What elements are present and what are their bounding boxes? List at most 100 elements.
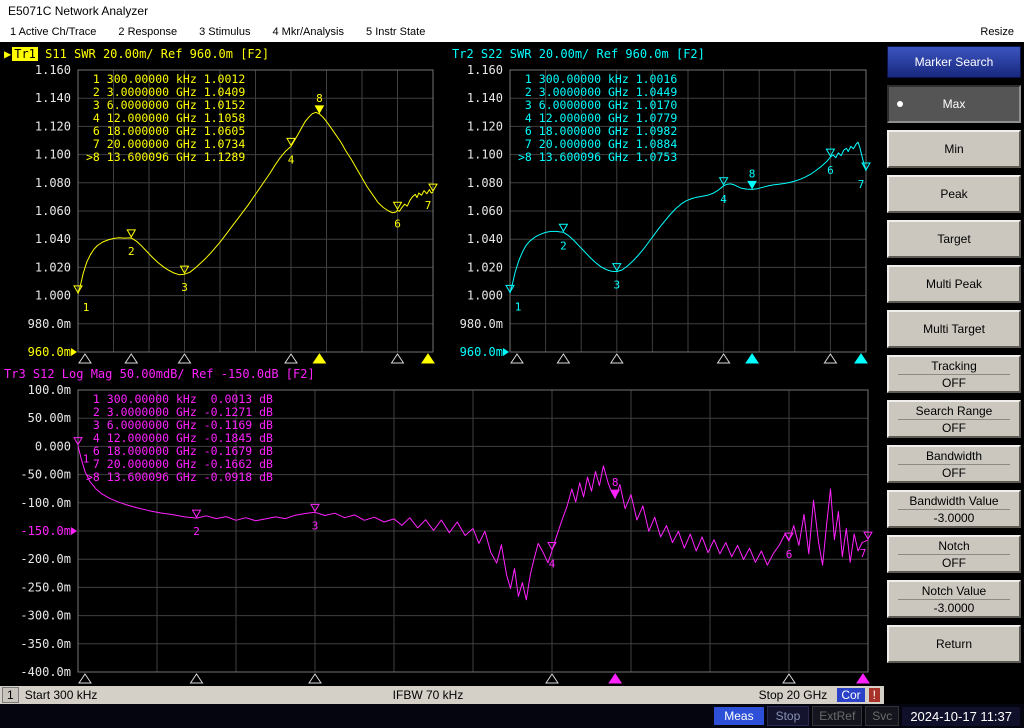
marker-position-indicator-8[interactable] <box>608 673 623 684</box>
softkey-label: Max <box>942 97 966 111</box>
marker-position-indicator-4[interactable] <box>545 673 559 684</box>
softkey-label: Multi Peak <box>925 277 983 291</box>
softkey-min[interactable]: Min <box>887 130 1021 168</box>
trace1-name[interactable]: Tr1 <box>12 47 38 61</box>
marker-position-indicator-6[interactable] <box>782 673 796 684</box>
graticule-area: 1.160 1.140 1.120 1.100 1.080 1.060 1.040 1.020… <box>0 42 884 686</box>
softkey-label: Bandwidth Value <box>909 493 999 508</box>
softkey-value: OFF <box>898 463 1010 480</box>
marker-position-indicator-7[interactable] <box>421 353 435 364</box>
sweep-stop-indicator: Stop <box>766 706 810 726</box>
softkey-target[interactable]: Target <box>887 220 1021 258</box>
trace1-scale-label: S11 SWR 20.00m/ Ref 960.0m [F2] <box>37 47 270 61</box>
marker-number-label: 3 <box>181 281 188 294</box>
trace-marker-2[interactable] <box>126 229 137 238</box>
marker-table-tr1: 1 300.00000 kHz 1.0012 2 3.0000000 GHz 1… <box>86 72 246 164</box>
y-axis-tick-label: 1.020 <box>467 260 503 274</box>
softkey-search-range[interactable]: Search Range OFF <box>887 400 1021 438</box>
menu-response[interactable]: 2 Response <box>118 26 177 38</box>
trace-marker-8[interactable] <box>747 180 757 190</box>
marker-position-indicator-4[interactable] <box>716 353 731 364</box>
marker-number-label: 8 <box>316 92 323 105</box>
extref-indicator: ExtRef <box>812 706 863 726</box>
y-axis-tick-label: 50.00m <box>28 411 71 425</box>
trace3-header: Tr3 S12 Log Mag 50.00mdB/ Ref -150.0dB [… <box>4 367 315 381</box>
y-axis-tick-label: 1.080 <box>467 176 503 190</box>
alert-badge: ! <box>868 688 880 702</box>
trace-marker-2[interactable] <box>558 223 569 233</box>
softkey-notch[interactable]: Notch OFF <box>887 535 1021 573</box>
active-trace-arrow-icon: ▶ <box>4 47 12 61</box>
meas-indicator: Meas <box>714 707 764 725</box>
trace3-name[interactable]: Tr3 <box>4 367 26 381</box>
softkey-label: Target <box>937 232 971 246</box>
y-axis-tick-label: -100.0m <box>20 496 71 510</box>
softkey-value: OFF <box>898 553 1010 570</box>
marker-position-indicator-3[interactable] <box>609 353 624 364</box>
marker-number-label: 6 <box>394 217 401 230</box>
ref-level-arrow-icon <box>71 348 77 356</box>
marker-position-indicator-3[interactable] <box>308 673 322 684</box>
trace-marker-8[interactable] <box>314 105 325 114</box>
marker-position-indicator-2[interactable] <box>124 353 139 364</box>
marker-number-label: 2 <box>560 239 567 252</box>
softkey-bandwidth[interactable]: Bandwidth OFF <box>887 445 1021 483</box>
marker-position-indicator-8[interactable] <box>745 353 760 364</box>
y-axis-tick-label: 1.100 <box>35 148 71 162</box>
y-axis-tick-label: 1.020 <box>35 260 71 274</box>
softkey-label: Peak <box>940 187 968 201</box>
softkey-notch-value[interactable]: Notch Value -3.0000 <box>887 580 1021 618</box>
menu-mkr-analysis[interactable]: 4 Mkr/Analysis <box>272 26 344 38</box>
y-axis-tick-label: 1.160 <box>35 63 71 77</box>
y-axis-tick-label: -150.0m <box>20 524 71 538</box>
instrument-status-bar: Meas Stop ExtRef Svc 2024-10-17 11:37 <box>0 704 1024 728</box>
marker-position-indicator-2[interactable] <box>556 353 571 364</box>
menu-instr-state[interactable]: 5 Instr State <box>366 26 425 38</box>
menu-active-ch-trace[interactable]: 1 Active Ch/Trace <box>10 26 96 38</box>
y-axis-tick-label: 1.120 <box>35 119 71 133</box>
y-axis-tick-label: 1.120 <box>467 119 503 133</box>
marker-number-label: 1 <box>515 300 522 313</box>
y-axis-tick-label: 1.060 <box>467 204 503 218</box>
marker-position-indicator-8[interactable] <box>312 353 327 364</box>
y-axis-tick-label: 960.0m <box>28 345 71 359</box>
menu-stimulus[interactable]: 3 Stimulus <box>199 26 250 38</box>
marker-position-indicator-6[interactable] <box>390 353 405 364</box>
softkey-multi-peak[interactable]: Multi Peak <box>887 265 1021 303</box>
softkey-multi-target[interactable]: Multi Target <box>887 310 1021 348</box>
marker-position-indicator-1[interactable] <box>78 673 92 684</box>
marker-position-indicator-6[interactable] <box>823 353 838 364</box>
softkey-value: OFF <box>898 418 1010 435</box>
y-axis-tick-label: 1.000 <box>35 289 71 303</box>
y-axis-tick-label: -50.00m <box>20 468 71 482</box>
marker-position-indicator-7[interactable] <box>854 353 868 364</box>
softkey-peak[interactable]: Peak <box>887 175 1021 213</box>
menu-resize[interactable]: Resize <box>980 26 1014 38</box>
softkey-max[interactable]: Max <box>887 85 1021 123</box>
marker-number-label: 3 <box>312 519 319 532</box>
trace-marker-2[interactable] <box>191 509 202 519</box>
marker-position-indicator-4[interactable] <box>284 353 298 364</box>
softkey-value: -3.0000 <box>898 598 1010 615</box>
softkey-return[interactable]: Return <box>887 625 1021 663</box>
ref-level-arrow-icon <box>503 348 509 356</box>
softkey-bandwidth-value[interactable]: Bandwidth Value -3.0000 <box>887 490 1021 528</box>
softkey-menu-title: Marker Search <box>887 46 1021 78</box>
trace2-name[interactable]: Tr2 <box>452 47 474 61</box>
marker-number-label: 4 <box>288 153 295 166</box>
y-axis-tick-label: 1.160 <box>467 63 503 77</box>
selected-dot-icon <box>897 101 903 107</box>
marker-position-indicator-1[interactable] <box>510 353 524 364</box>
softkey-label: Tracking <box>931 358 977 373</box>
softkey-label: Return <box>935 637 973 651</box>
y-axis-tick-label: -200.0m <box>20 552 71 566</box>
y-axis-tick-label: -400.0m <box>20 665 71 679</box>
marker-position-indicator-3[interactable] <box>177 353 192 364</box>
y-axis-tick-label: 100.0m <box>28 383 71 397</box>
softkey-tracking[interactable]: Tracking OFF <box>887 355 1021 393</box>
marker-position-indicator-2[interactable] <box>189 673 204 684</box>
y-axis-tick-label: -350.0m <box>20 637 71 651</box>
marker-position-indicator-7[interactable] <box>856 673 870 684</box>
y-axis-tick-label: 1.000 <box>467 289 503 303</box>
marker-position-indicator-1[interactable] <box>78 353 92 364</box>
